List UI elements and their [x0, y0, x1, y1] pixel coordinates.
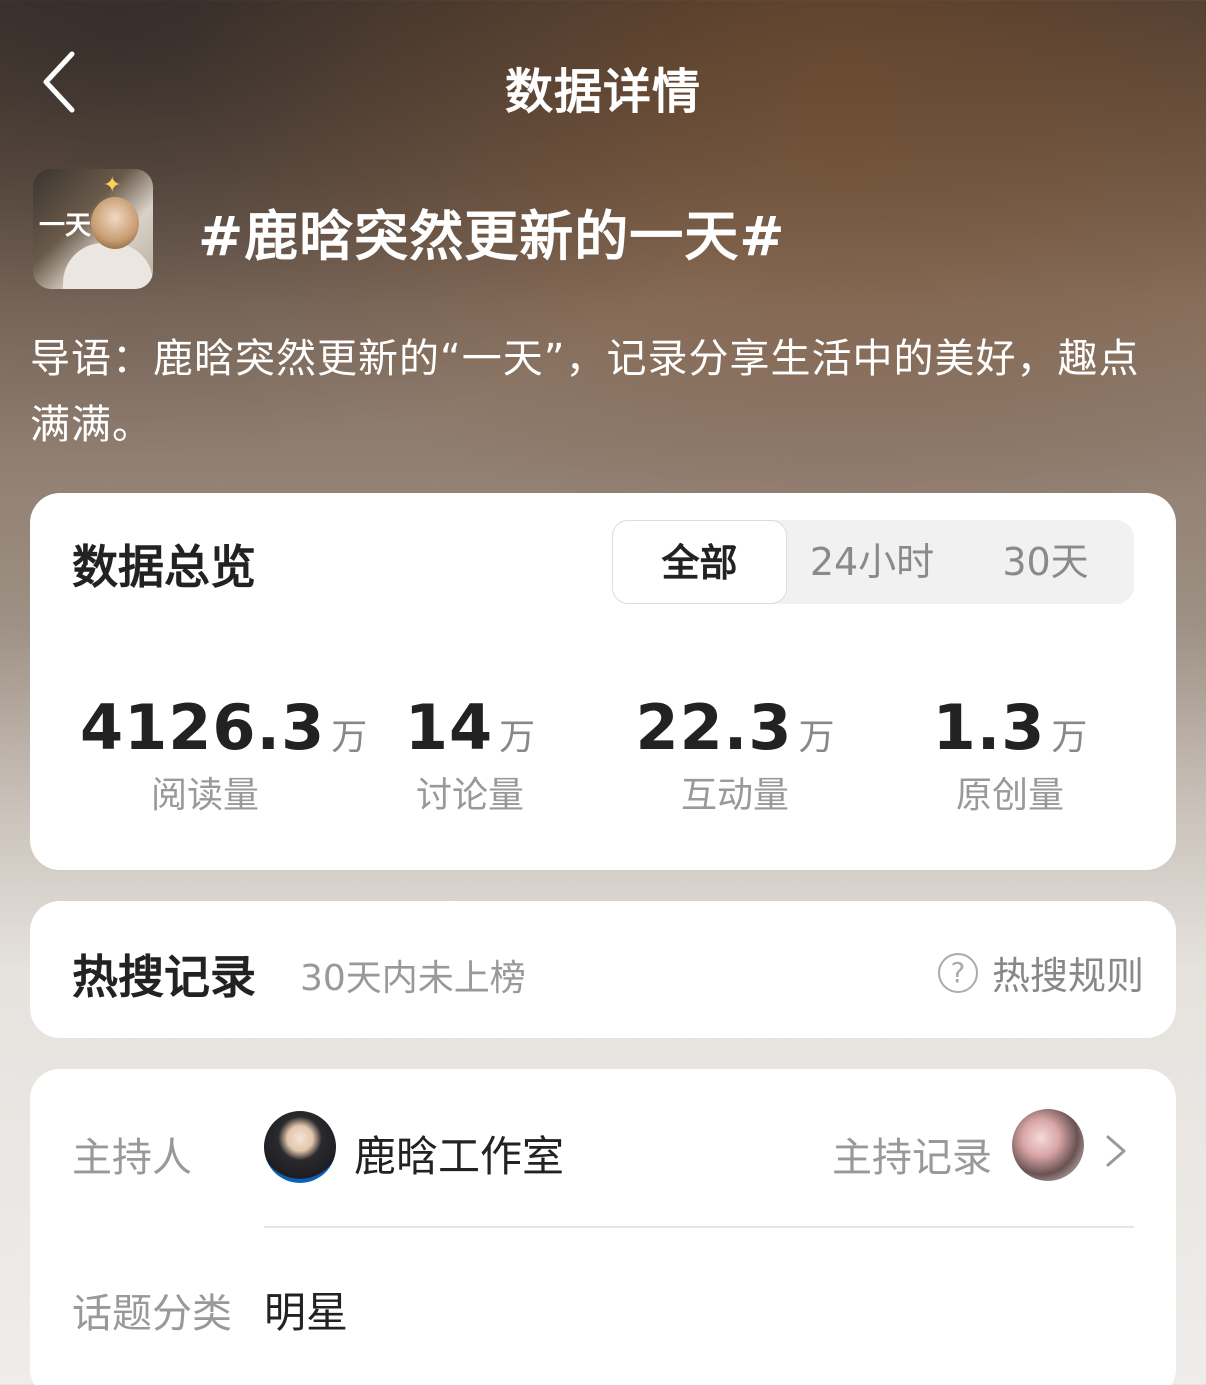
- stat-discussions: 14 万 讨论量: [375, 691, 565, 818]
- stat-unit: 万: [1051, 717, 1088, 758]
- topic-thumbnail: ✦ 一天: [33, 169, 153, 289]
- hot-search-status: 30天内未上榜: [300, 958, 526, 999]
- question-circle-icon: ?: [937, 952, 978, 993]
- stat-value: 1.3: [932, 691, 1046, 764]
- stat-label: 互动量: [680, 775, 789, 816]
- divider: [264, 1226, 1134, 1228]
- overview-title: 数据总览: [72, 540, 256, 594]
- stat-unit: 万: [499, 717, 536, 758]
- overview-card: 数据总览 全部 24小时 30天 4126.3 万 阅读量 14 万 讨论量 22.…: [30, 493, 1176, 870]
- stat-value: 14: [404, 691, 494, 764]
- topic-info-card: 主持人 鹿晗工作室 主持记录 话题分类 明星: [30, 1069, 1176, 1385]
- page-title: 数据详情: [504, 64, 701, 120]
- host-name[interactable]: 鹿晗工作室: [354, 1123, 564, 1184]
- host-avatar[interactable]: [264, 1111, 336, 1183]
- stat-label: 原创量: [955, 775, 1064, 816]
- time-range-tabs: 全部 24小时 30天: [612, 520, 1134, 604]
- sparkle-icon: ✦: [103, 173, 122, 198]
- stat-reads: 4126.3 万 阅读量: [80, 691, 367, 818]
- hot-search-rules-link[interactable]: ? 热搜规则: [937, 945, 1144, 1000]
- thumb-text: 一天: [39, 211, 92, 241]
- topic-title: #鹿晗突然更新的一天#: [198, 205, 786, 268]
- record-avatar[interactable]: [1012, 1109, 1084, 1181]
- stat-label: 讨论量: [415, 775, 524, 816]
- tab-24-hours[interactable]: 24小时: [787, 520, 957, 604]
- tab-30-days[interactable]: 30天: [957, 520, 1134, 604]
- hot-search-title: 热搜记录: [72, 950, 256, 1004]
- hot-search-rules-label: 热搜规则: [991, 954, 1144, 998]
- host-label: 主持人: [72, 1135, 192, 1181]
- stat-unit: 万: [798, 717, 835, 758]
- tab-all[interactable]: 全部: [612, 520, 787, 604]
- thumb-figure-body: [63, 243, 153, 289]
- thumb-figure-head: [91, 197, 139, 249]
- topic-intro: 导语：鹿晗突然更新的“一天”，记录分享生活中的美好，趣点满满。: [30, 336, 1140, 448]
- stat-label: 阅读量: [150, 775, 259, 816]
- stat-interactions: 22.3 万 互动量: [615, 691, 855, 818]
- category-value: 明星: [264, 1288, 349, 1337]
- stat-value: 22.3: [635, 691, 793, 764]
- stat-originals: 1.3 万 原创量: [910, 691, 1110, 818]
- chevron-right-icon[interactable]: [1100, 1131, 1130, 1171]
- category-label: 话题分类: [72, 1291, 232, 1337]
- host-record-link[interactable]: 主持记录: [832, 1125, 992, 1183]
- hot-search-card: 热搜记录 30天内未上榜 ? 热搜规则: [30, 901, 1176, 1038]
- stat-value: 4126.3: [80, 691, 326, 764]
- stat-unit: 万: [331, 717, 368, 758]
